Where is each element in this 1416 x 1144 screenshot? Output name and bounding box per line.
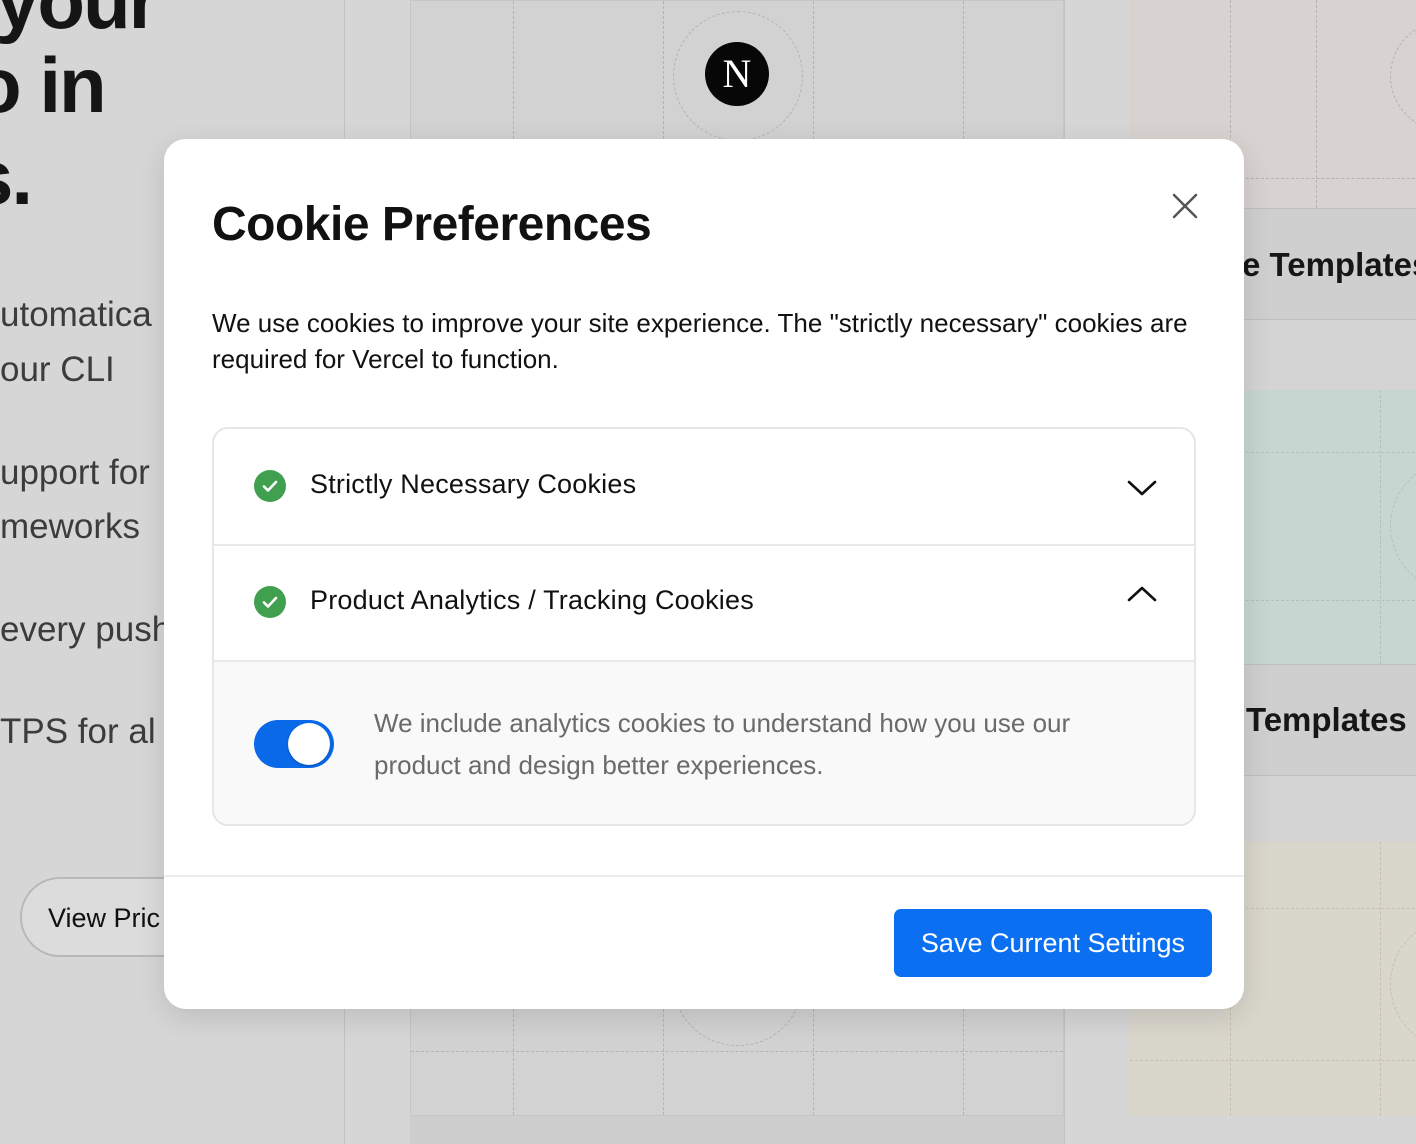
accordion-item-label: Product Analytics / Tracking Cookies [310,585,754,615]
accordion-item-label: Strictly Necessary Cookies [310,469,637,499]
feature-line: our CLI [0,350,115,389]
feature-line: meworks [0,507,141,546]
analytics-toggle[interactable] [254,720,334,768]
dialog-title: Cookie Preferences [212,198,652,251]
check-circle-icon [254,586,286,618]
hero-title-line: your [0,0,159,45]
feature-line: utomatica [0,295,152,334]
save-current-settings-button[interactable]: Save Current Settings [894,909,1212,977]
template-preview [410,969,1064,1116]
check-circle-icon [254,470,286,502]
footer-divider [164,875,1244,877]
cookie-categories-accordion: Strictly Necessary Cookies Product Analy… [212,427,1196,826]
dialog-description: We use cookies to improve your site expe… [212,308,1188,374]
hero-title-line: o in [0,41,107,129]
accordion-item-strictly-necessary[interactable]: Strictly Necessary Cookies [214,429,1194,546]
close-button[interactable] [1162,183,1210,231]
template-footer [410,1116,1064,1144]
feature-line: every push [0,610,172,649]
feature-line: TPS for al [0,712,156,751]
close-icon [1172,193,1198,219]
accordion-item-product-analytics[interactable]: Product Analytics / Tracking Cookies [214,545,1194,662]
analytics-details-panel: We include analytics cookies to understa… [214,662,1194,824]
chevron-down-icon[interactable] [1126,471,1158,503]
hero-title-line: s. [0,133,33,221]
nextjs-logo-icon: N [705,42,769,106]
toggle-knob [288,723,330,765]
analytics-description: We include analytics cookies to understa… [374,708,1071,780]
chevron-up-icon[interactable] [1126,577,1158,609]
feature-line: upport for [0,453,150,492]
cookie-preferences-dialog: Cookie Preferences We use cookies to imp… [164,139,1244,1009]
